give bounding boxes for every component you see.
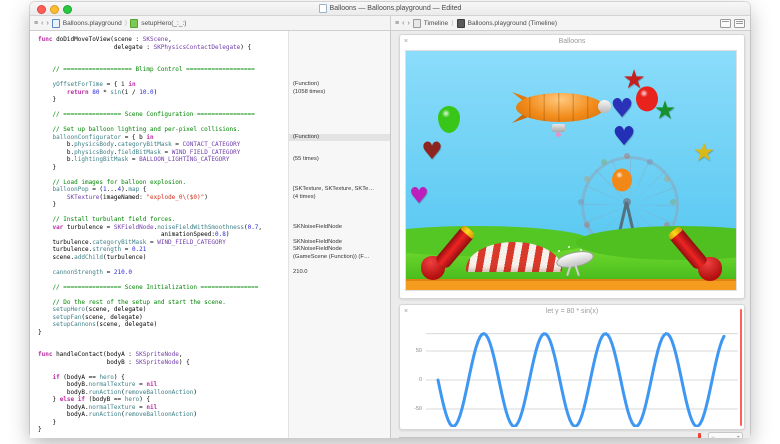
back-icon[interactable]: ‹ — [402, 20, 404, 27]
editor-content: func doDidMoveToView(scene : SKScene, de… — [30, 31, 750, 438]
breadcrumb-timeline[interactable]: Timeline — [424, 20, 448, 27]
close-icon[interactable]: × — [404, 35, 408, 49]
source-editor[interactable]: func doDidMoveToView(scene : SKScene, de… — [30, 31, 390, 438]
balloon-navy-heart: ♥ — [610, 96, 633, 122]
balloon-green-star: ★ — [654, 98, 676, 123]
cannon-barrel — [434, 224, 476, 270]
result-item[interactable]: (GameScene (Function)) (F… — [289, 254, 391, 262]
assistant-editor-icon[interactable] — [734, 19, 745, 28]
result-item[interactable]: SKNoiseFieldNode — [289, 224, 391, 232]
wheel-cabin — [578, 199, 584, 205]
related-items-menu-icon[interactable]: ≡ — [395, 20, 399, 27]
wheel-cabin — [670, 199, 676, 205]
result-item[interactable]: 210.0 — [289, 269, 391, 277]
balloon-orange-round — [612, 169, 632, 192]
y-tick-label: 50 — [406, 348, 422, 354]
playground-file-icon — [52, 19, 60, 28]
breadcrumb-file[interactable]: Balloons.playground — [63, 20, 122, 27]
decrement-icon[interactable]: − — [711, 435, 715, 439]
chart-plot-area — [426, 325, 738, 427]
editor-layout-buttons — [720, 19, 745, 28]
balloon-highlight — [442, 109, 450, 118]
balloon-highlight — [616, 171, 624, 178]
window-title: Balloons — Balloons.playground — Edited — [30, 2, 750, 15]
cannon-barrel — [667, 225, 709, 271]
wheel-cabin — [584, 176, 590, 182]
standard-editor-icon[interactable] — [720, 19, 731, 28]
breadcrumb-timeline-doc[interactable]: Balloons.playground (Timeline) — [468, 20, 557, 27]
document-icon — [319, 4, 327, 13]
balloons-scene: ♥♥★♥★♥★ — [405, 50, 737, 291]
timeline-duration-stepper: − 30sec + — [708, 432, 743, 438]
breadcrumb-separator-icon: ⟩ — [125, 19, 128, 27]
chart-title: let y = 80 * sin(x) — [400, 305, 744, 319]
balloon-magenta-heart: ♥ — [409, 186, 429, 208]
balloon-navy-heart-2: ♥ — [612, 124, 635, 150]
timeline-icon — [413, 19, 421, 28]
fan — [554, 246, 594, 278]
result-item[interactable]: (4 times) — [289, 194, 391, 202]
fan-sparkle — [580, 249, 582, 251]
jump-bar-assistant: ≡ ‹ › Timeline ⟩ Balloons.playground (Ti… — [391, 16, 750, 30]
y-tick-label: 0 — [406, 377, 422, 383]
jump-bars: ≡ ‹ › Balloons.playground ⟩ setupHero(_:… — [30, 16, 750, 31]
breadcrumb-separator-icon: ⟩ — [451, 19, 454, 27]
wheel-cabin — [624, 153, 630, 159]
code-text[interactable]: func doDidMoveToView(scene : SKScene, de… — [38, 36, 262, 434]
back-icon[interactable]: ‹ — [41, 20, 43, 27]
blimp-panel-lines — [516, 93, 604, 122]
result-item[interactable]: SKNoiseFieldNode — [289, 246, 391, 254]
result-item[interactable]: (Function) — [289, 134, 391, 142]
result-item[interactable]: (Function) — [289, 81, 391, 89]
timeline-controls: − 30sec + — [399, 432, 743, 438]
cannon-left — [417, 222, 471, 284]
result-item[interactable]: (1058 times) — [289, 89, 391, 97]
blimp-nose — [598, 100, 611, 113]
symbol-icon — [130, 19, 138, 28]
timeline-doc-icon — [457, 19, 465, 28]
sine-wave-chart — [426, 325, 738, 427]
balloon-gold-star: ★ — [693, 140, 715, 165]
balloon-highlight — [640, 89, 648, 97]
balloon-green-teardrop — [438, 106, 460, 133]
timeline-slider-track[interactable] — [399, 437, 701, 438]
live-view-card: × Balloons ♥♥★♥★♥★ — [399, 34, 745, 299]
timeline-scrubber-handle[interactable] — [698, 433, 701, 438]
fan-sparkle — [568, 246, 570, 248]
forward-icon[interactable]: › — [46, 20, 48, 27]
live-view-title: Balloons — [400, 35, 744, 49]
desktop: Balloons — Balloons.playground — Edited … — [0, 0, 780, 444]
breadcrumb-symbol[interactable]: setupHero(_:_:) — [141, 20, 186, 27]
result-item[interactable]: [SKTexture, SKTexture, SKTe… — [289, 186, 391, 194]
blimp-hero — [556, 132, 561, 137]
timeline-position-indicator — [740, 309, 742, 426]
balloon-maroon-heart: ♥ — [421, 139, 443, 163]
wheel-cabin — [664, 176, 670, 182]
wheel-cabin — [584, 222, 590, 228]
close-icon[interactable]: × — [404, 305, 408, 319]
chart-card: × let y = 80 * sin(x) 50 0 -50 — [399, 304, 745, 430]
blimp-gondola — [552, 124, 565, 132]
timeline-pane: × Balloons ♥♥★♥★♥★ × let y = 80 * sin(x)… — [390, 31, 750, 438]
result-item[interactable]: (55 times) — [289, 156, 391, 164]
title-bar: Balloons — Balloons.playground — Edited — [30, 2, 750, 16]
fan-sparkle — [558, 250, 560, 252]
cannon-right — [672, 223, 726, 285]
increment-icon[interactable]: + — [736, 435, 740, 439]
result-item[interactable]: SKNoiseFieldNode — [289, 239, 391, 247]
blimp-body — [516, 93, 604, 122]
y-tick-label: -50 — [406, 406, 422, 412]
window-title-text: Balloons — Balloons.playground — Edited — [330, 5, 462, 12]
xcode-window: Balloons — Balloons.playground — Edited … — [30, 2, 750, 437]
jump-bar-source: ≡ ‹ › Balloons.playground ⟩ setupHero(_:… — [30, 16, 391, 30]
forward-icon[interactable]: › — [407, 20, 409, 27]
blimp — [512, 91, 612, 139]
timeline-duration-unit: sec — [725, 438, 732, 439]
playground-results-sidebar: (Function)(1058 times)(Function)(55 time… — [288, 31, 391, 438]
wheel-cabin — [647, 159, 653, 165]
wheel-cabin — [601, 159, 607, 165]
related-items-menu-icon[interactable]: ≡ — [34, 20, 38, 27]
